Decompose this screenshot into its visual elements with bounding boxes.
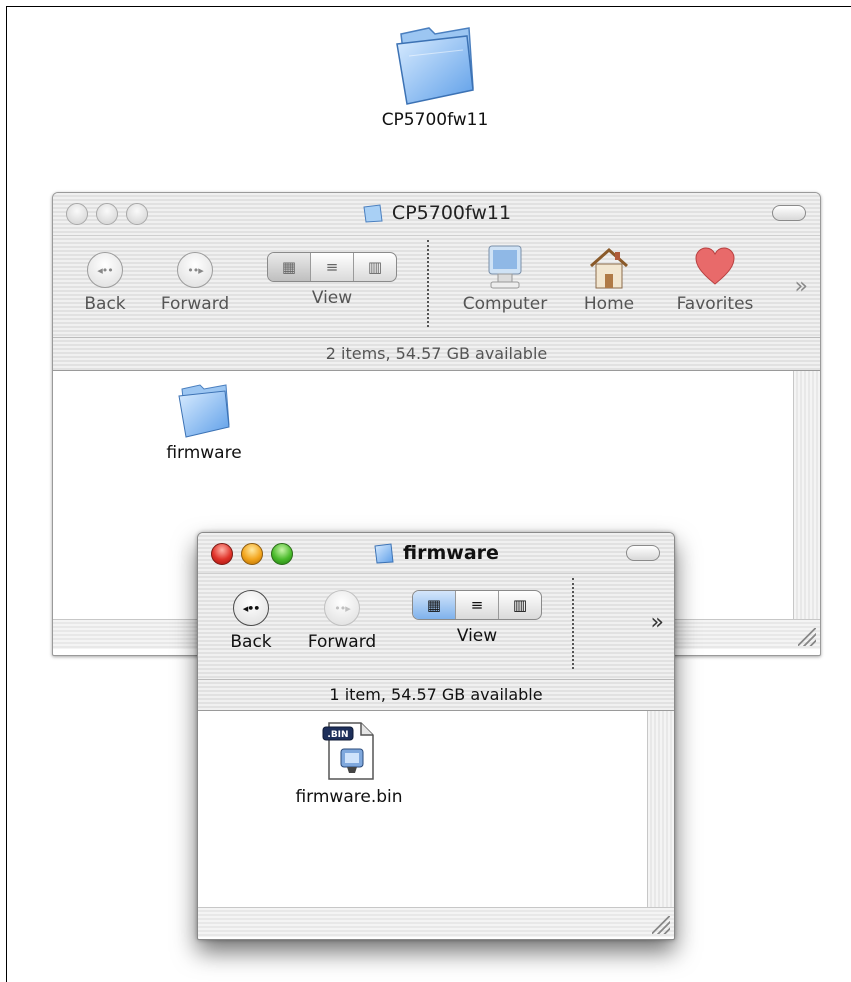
home-label: Home (583, 294, 635, 314)
horizontal-scrollbar[interactable] (198, 907, 674, 937)
forward-arrow-icon: ••▸ (177, 252, 213, 288)
computer-label: Computer (462, 294, 548, 314)
folder-icon (396, 27, 474, 105)
bin-file-icon: .BIN (322, 722, 374, 780)
desktop-folder[interactable]: CP5700fw11 (360, 22, 510, 130)
computer-icon (488, 245, 522, 289)
back-label: Back (84, 294, 126, 314)
back-arrow-icon: ◂•• (233, 590, 269, 626)
toolbar-separator (572, 578, 574, 669)
folder-icon (374, 543, 394, 564)
icon-view-icon[interactable]: ▦ (413, 591, 456, 619)
forward-button[interactable]: ••▸ Forward (302, 590, 382, 652)
list-view-icon[interactable]: ≡ (456, 591, 499, 619)
home-icon (590, 247, 628, 289)
view-label: View (311, 288, 353, 308)
toolbar: ◂•• Back ••▸ Forward ▦ ≡ ▥ View Computer (53, 235, 820, 337)
view-control: ▦ ≡ ▥ View (267, 249, 397, 308)
column-view-icon[interactable]: ▥ (499, 591, 541, 619)
vertical-scrollbar[interactable] (793, 371, 820, 619)
back-button[interactable]: ◂•• Back (81, 252, 129, 314)
column-view-icon[interactable]: ▥ (354, 253, 396, 281)
folder-icon (178, 384, 230, 438)
toolbar-toggle-button[interactable] (772, 205, 806, 221)
window-title: CP5700fw11 (53, 202, 820, 224)
window-content: .BIN firmware.bin (198, 711, 674, 907)
view-control: ▦ ≡ ▥ View (410, 587, 544, 646)
icon-view-icon[interactable]: ▦ (268, 253, 311, 281)
file-item[interactable]: .BIN firmware.bin (274, 719, 424, 807)
folder-item[interactable]: firmware (149, 381, 259, 463)
status-bar: 1 item, 54.57 GB available (198, 679, 674, 711)
home-button[interactable]: Home (577, 244, 641, 314)
file-item-label: firmware.bin (295, 787, 403, 807)
favorites-button[interactable]: Favorites (665, 244, 765, 314)
view-segmented-control: ▦ ≡ ▥ (412, 590, 542, 620)
title-bar[interactable]: firmware (198, 533, 674, 573)
toolbar-overflow-chevron-icon[interactable]: » (651, 610, 664, 635)
heart-icon (695, 247, 735, 285)
folder-item-label: firmware (166, 443, 242, 463)
forward-label: Forward (160, 294, 230, 314)
forward-arrow-icon: ••▸ (324, 590, 360, 626)
window-title-text: CP5700fw11 (391, 202, 512, 224)
toolbar-toggle-button[interactable] (626, 545, 660, 561)
status-bar: 2 items, 54.57 GB available (53, 337, 820, 371)
favorites-label: Favorites (676, 294, 754, 314)
back-label: Back (230, 632, 272, 652)
computer-button[interactable]: Computer (453, 244, 557, 314)
window-title-text: firmware (403, 542, 499, 564)
list-view-icon[interactable]: ≡ (311, 253, 354, 281)
view-segmented-control: ▦ ≡ ▥ (267, 252, 397, 282)
folder-icon (363, 204, 383, 223)
title-bar[interactable]: CP5700fw11 (53, 193, 820, 235)
back-button[interactable]: ◂•• Back (227, 590, 275, 652)
resize-grip-icon[interactable] (652, 916, 670, 934)
toolbar: ◂•• Back ••▸ Forward ▦ ≡ ▥ View » (198, 573, 674, 679)
vertical-scrollbar[interactable] (647, 711, 674, 907)
view-label: View (456, 626, 498, 646)
toolbar-separator (427, 240, 429, 327)
window-title: firmware (198, 542, 674, 564)
forward-label: Forward (307, 632, 377, 652)
desktop-folder-label: CP5700fw11 (381, 110, 489, 130)
forward-button[interactable]: ••▸ Forward (155, 252, 235, 314)
resize-grip-icon[interactable] (798, 628, 816, 646)
finder-window-firmware: firmware ◂•• Back ••▸ Forward ▦ ≡ ▥ View… (197, 532, 675, 940)
back-arrow-icon: ◂•• (87, 252, 123, 288)
toolbar-overflow-chevron-icon[interactable]: » (795, 274, 808, 299)
bin-badge-text: .BIN (327, 730, 348, 740)
